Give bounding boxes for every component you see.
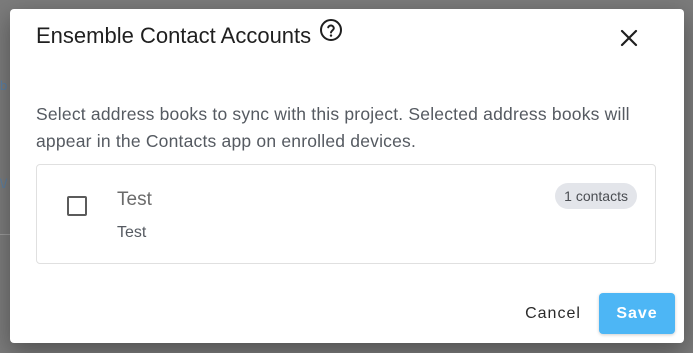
contact-count-badge: 1 contacts [555, 183, 637, 209]
dialog-title: Ensemble Contact Accounts [36, 23, 312, 48]
dialog-header: Ensemble Contact Accounts [36, 19, 343, 49]
contact-accounts-dialog: Ensemble Contact Accounts Select address… [10, 9, 684, 343]
help-icon[interactable] [319, 18, 343, 42]
background-link-fragment: b [0, 78, 8, 93]
save-button[interactable]: Save [599, 293, 675, 334]
dialog-description: Select address books to sync with this p… [36, 104, 630, 151]
address-book-subtitle: Test [117, 224, 147, 241]
address-book-checkbox[interactable] [67, 196, 87, 216]
cancel-button[interactable]: Cancel [515, 297, 591, 331]
address-book-name: Test [117, 189, 152, 210]
close-icon [620, 29, 638, 47]
close-button[interactable] [614, 23, 644, 53]
address-book-item[interactable]: Test Test 1 contacts [36, 164, 656, 264]
background-link-fragment: \/ [0, 176, 8, 191]
